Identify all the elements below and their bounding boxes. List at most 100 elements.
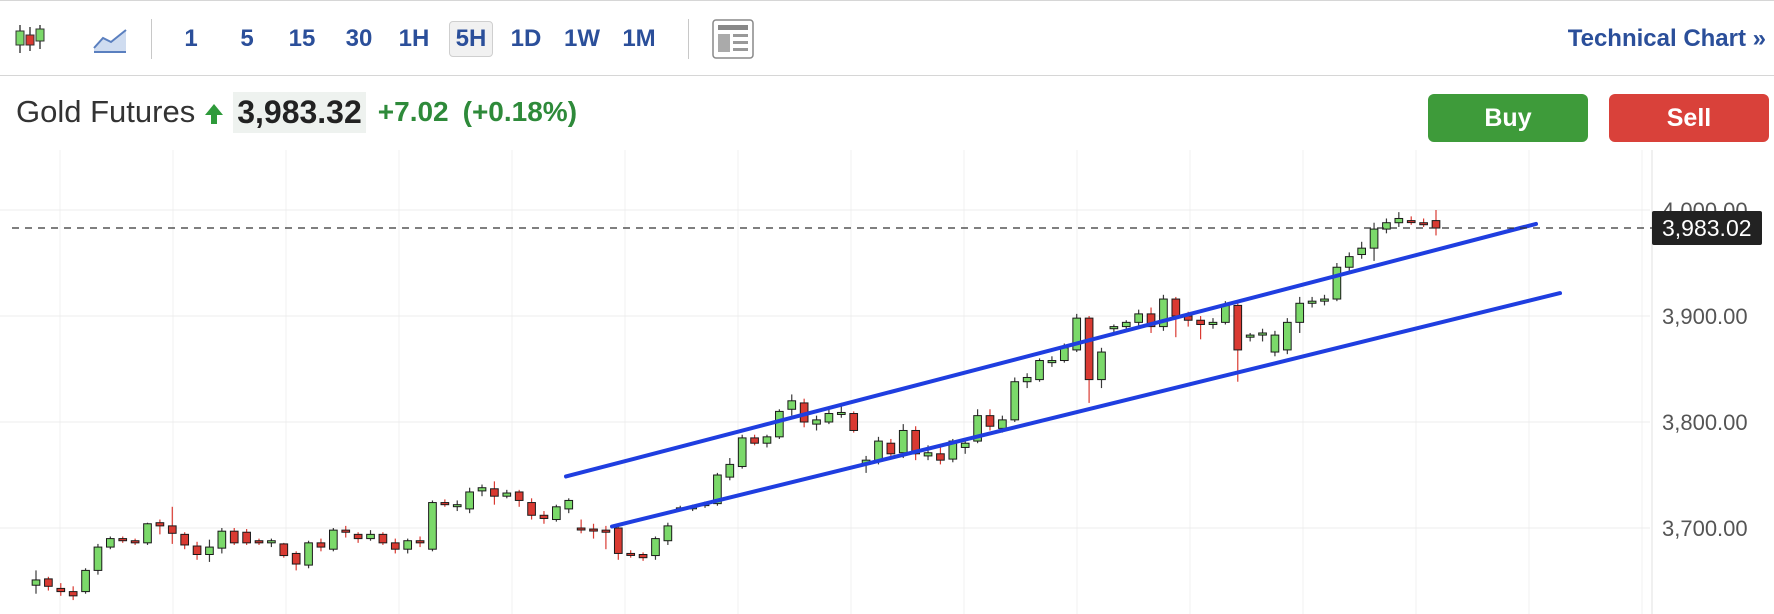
toolbar-separator <box>688 19 689 59</box>
candle-body <box>1084 317 1094 381</box>
area-chart-icon <box>93 29 127 53</box>
candle-body <box>118 538 128 542</box>
technical-chart-link[interactable]: Technical Chart » <box>1568 25 1766 53</box>
candle-body <box>998 419 1007 429</box>
interval-5[interactable]: 5 <box>232 21 262 57</box>
candle-body <box>527 502 536 516</box>
area-chart-button[interactable] <box>92 21 128 57</box>
candle-body <box>502 492 512 497</box>
candle-body <box>737 437 747 468</box>
candle-body <box>316 542 326 548</box>
candlestick-series <box>31 210 1441 601</box>
candle-body <box>1233 304 1243 351</box>
candle-body <box>1307 300 1317 304</box>
candle-body <box>1282 321 1292 351</box>
candle-body <box>415 540 425 544</box>
candle-body <box>960 442 970 448</box>
interval-30[interactable]: 30 <box>341 21 377 57</box>
candle-body <box>329 529 338 550</box>
candle-body <box>1208 321 1218 325</box>
candle-body <box>465 491 474 510</box>
candle-body <box>428 502 437 550</box>
buy-button[interactable]: Buy <box>1428 94 1588 142</box>
candle-body <box>514 491 524 501</box>
interval-1m[interactable]: 1M <box>620 21 658 57</box>
interval-15[interactable]: 15 <box>286 21 318 57</box>
candle-body <box>105 538 115 548</box>
quote-header: Gold Futures 3,983.32 +7.02 (+0.18%) <box>16 91 591 133</box>
candle-body <box>205 546 214 555</box>
candle-body <box>836 411 846 415</box>
interval-1[interactable]: 1 <box>176 21 206 57</box>
candle-body <box>626 552 636 556</box>
candle-body <box>1035 360 1044 381</box>
candle-body <box>390 542 400 550</box>
candle-body <box>1344 256 1354 268</box>
candle-body <box>663 525 673 542</box>
candle-body <box>1320 298 1329 302</box>
interval-1w[interactable]: 1W <box>563 21 601 57</box>
price-change: +7.02 <box>377 96 449 127</box>
candle-body <box>403 540 413 550</box>
candle-body <box>1134 313 1143 323</box>
layout-button[interactable] <box>712 19 754 59</box>
candle-body <box>217 530 227 549</box>
candle-body <box>985 415 995 427</box>
candle-body <box>898 429 908 454</box>
candle-body <box>56 587 66 593</box>
chart-toolbar: 1 5 15 30 1H 5H 1D 1W 1M Technical Chart… <box>0 0 1774 76</box>
candle-body <box>1406 220 1416 224</box>
candle-body <box>1258 332 1267 336</box>
candle-body <box>775 410 784 438</box>
price-chart[interactable]: 4,000.003,900.003,800.003,700.003,983.02 <box>0 150 1774 614</box>
candle-body <box>824 413 834 423</box>
candle-body <box>378 533 388 544</box>
candle-body <box>155 522 165 527</box>
candle-body <box>539 514 549 519</box>
candlestick-icon <box>15 25 45 53</box>
interval-5h[interactable]: 5H <box>449 21 493 57</box>
candle-body <box>812 419 821 425</box>
candle-body <box>874 440 883 461</box>
sell-button[interactable]: Sell <box>1609 94 1769 142</box>
y-tick-label: 3,800.00 <box>1662 410 1748 435</box>
candle-body <box>601 529 611 533</box>
candle-body <box>552 506 561 521</box>
candle-body <box>490 488 499 497</box>
candle-body <box>1097 351 1106 381</box>
candle-body <box>1121 321 1131 328</box>
channel-upper-line <box>564 221 1538 479</box>
candle-body <box>366 533 375 540</box>
candle-body <box>291 552 301 565</box>
candle-body <box>1059 347 1069 362</box>
candle-body <box>93 546 103 571</box>
candle-body <box>613 527 623 554</box>
last-price: 3,983.32 <box>233 91 366 133</box>
y-tick-label: 3,700.00 <box>1662 516 1748 541</box>
candle-body <box>886 442 896 455</box>
candle-body <box>452 504 462 508</box>
candle-body <box>750 437 759 444</box>
candle-body <box>1171 298 1181 317</box>
price-change-percent: (+0.18%) <box>462 96 578 127</box>
candle-body <box>1022 376 1032 383</box>
candle-body <box>279 543 289 557</box>
candle-body <box>1196 319 1205 325</box>
interval-1h[interactable]: 1H <box>396 21 432 57</box>
candle-body <box>638 554 648 559</box>
candle-body <box>1394 217 1404 224</box>
candle-body <box>31 579 41 586</box>
price-axis: 4,000.003,900.003,800.003,700.003,983.02 <box>12 198 1762 541</box>
candle-body <box>1109 326 1119 330</box>
candle-body <box>242 531 251 544</box>
candle-body <box>576 527 586 531</box>
candle-body <box>229 530 239 544</box>
candlestick-chart-button[interactable] <box>12 21 48 57</box>
candle-body <box>143 523 152 544</box>
candle-body <box>849 413 859 431</box>
candle-body <box>180 533 190 546</box>
candle-body <box>341 529 351 533</box>
candle-body <box>725 463 735 478</box>
interval-1d[interactable]: 1D <box>510 21 542 57</box>
candle-body <box>1431 220 1441 229</box>
